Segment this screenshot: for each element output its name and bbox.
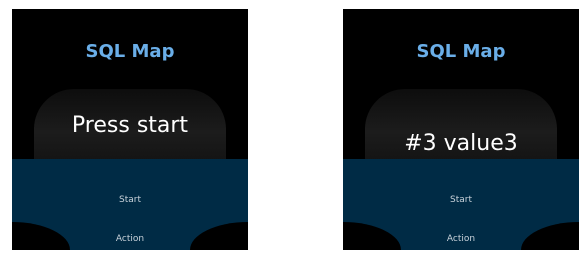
action-button[interactable]: Action <box>12 234 248 244</box>
watch-screen-initial: SQL Map Press start Start Action <box>12 9 248 250</box>
app-title: SQL Map <box>85 41 175 62</box>
status-text: Press start <box>71 113 189 138</box>
value-text: #3 value3 <box>404 131 518 156</box>
start-button[interactable]: Start <box>343 195 579 205</box>
watch-screen-value: SQL Map #3 value3 Start Action <box>343 9 579 250</box>
app-title: SQL Map <box>416 41 506 62</box>
action-button[interactable]: Action <box>343 234 579 244</box>
start-button[interactable]: Start <box>12 195 248 205</box>
